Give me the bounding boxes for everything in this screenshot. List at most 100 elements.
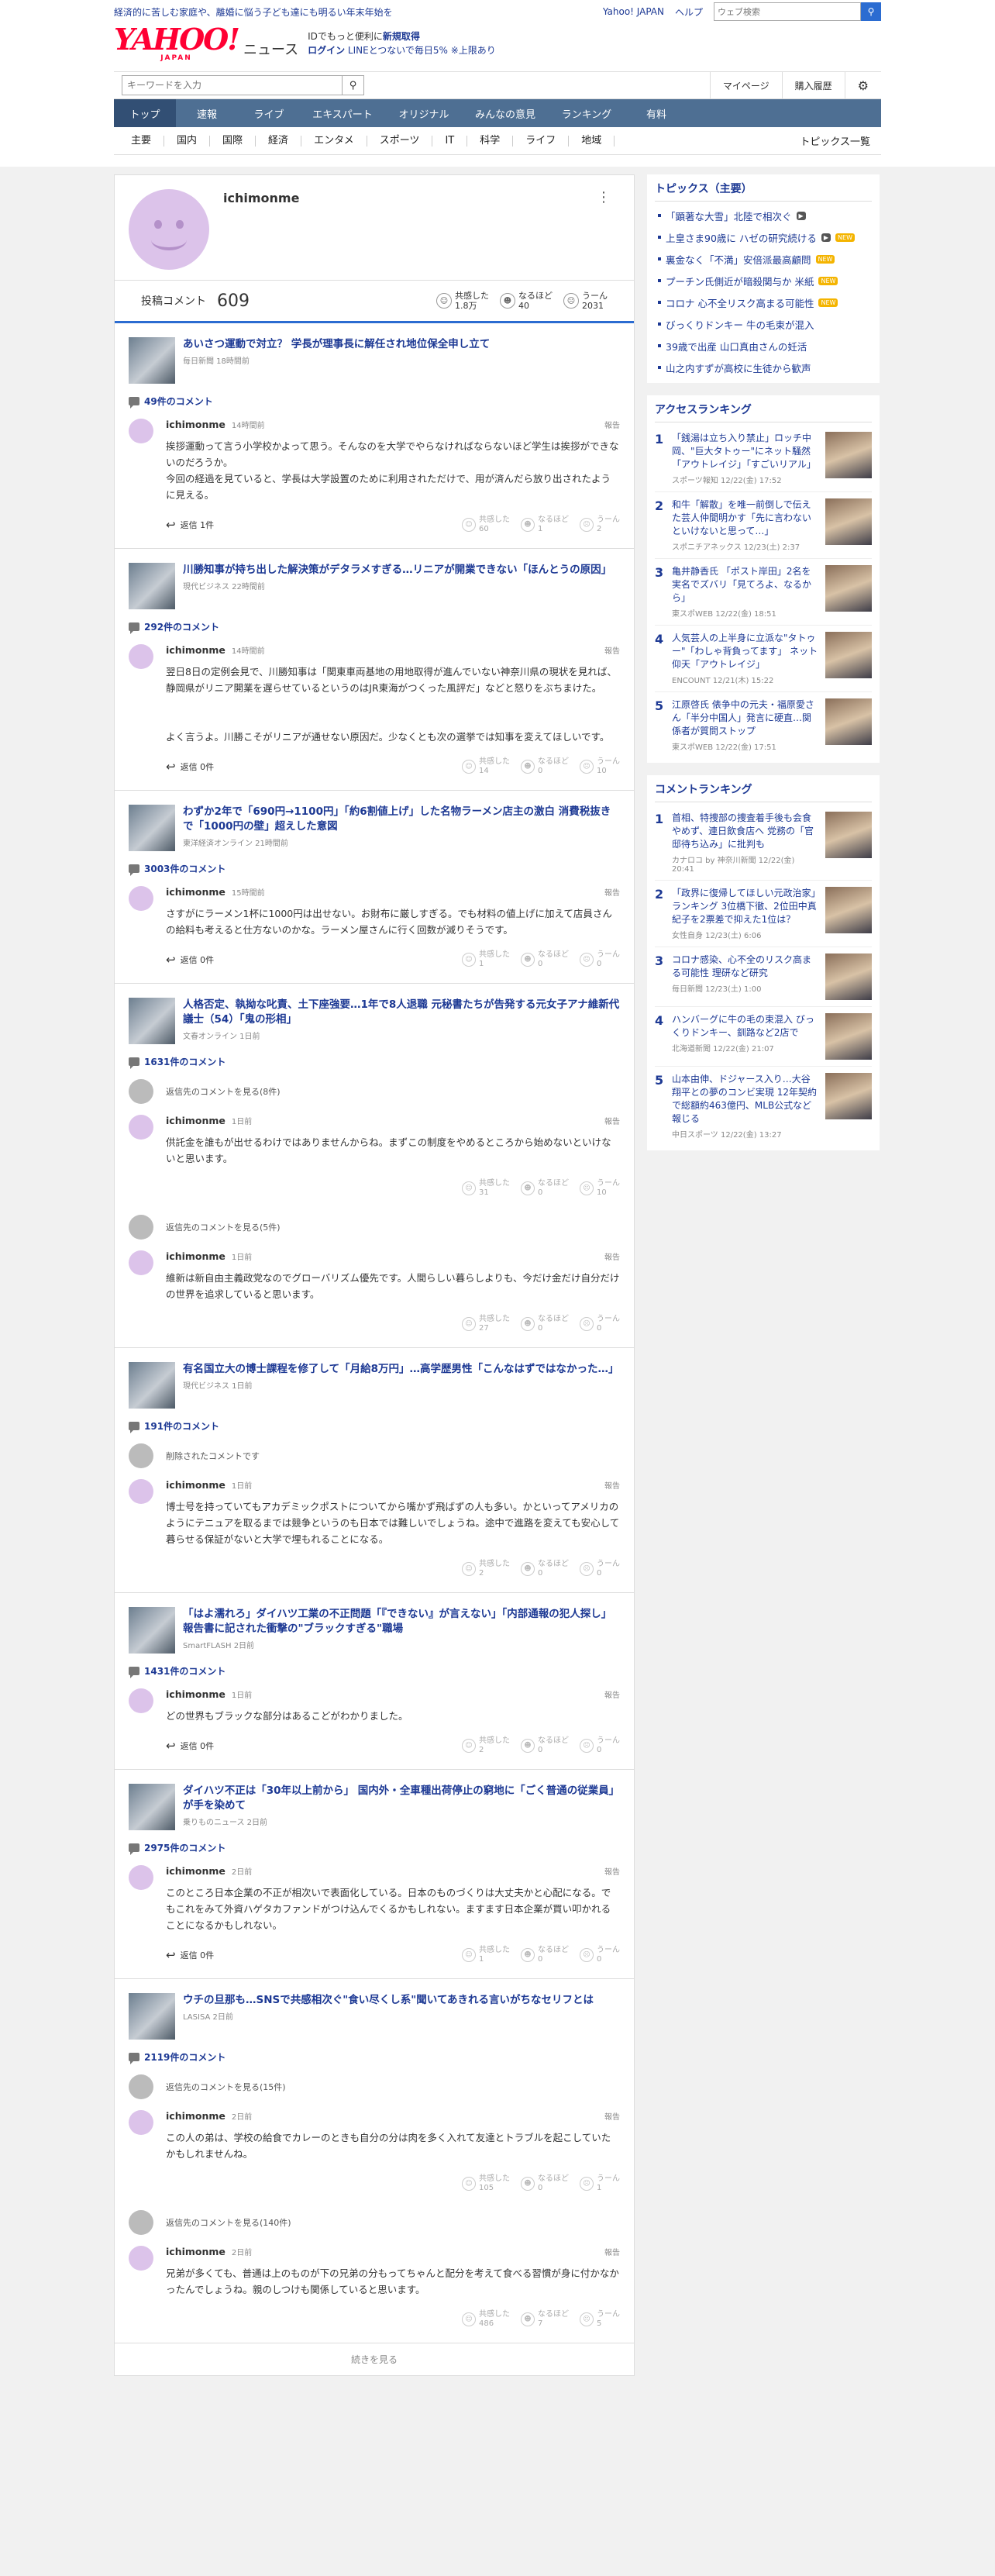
reaction-button[interactable]: ☹ うーん 0 bbox=[580, 1315, 620, 1333]
comment-user-link[interactable]: ichimonme bbox=[166, 886, 226, 898]
comment-count-link[interactable]: 3003件のコメント bbox=[129, 862, 620, 876]
ranking-thumbnail[interactable] bbox=[825, 812, 872, 858]
article-thumbnail[interactable] bbox=[129, 1993, 175, 2040]
report-link[interactable]: 報告 bbox=[604, 419, 620, 430]
topic-link[interactable]: 上皇さま90歳に ハゼの研究続ける ▶ NEW bbox=[655, 226, 872, 248]
ranking-item[interactable]: 1 首相、特捜部の捜査着手後も会食やめず、連日飲食店へ 党務の「官邸待ち込み」に批… bbox=[655, 805, 872, 881]
reaction-button[interactable]: ☹ うーん 10 bbox=[580, 757, 620, 776]
comment-user-link[interactable]: ichimonme bbox=[166, 2110, 226, 2122]
report-link[interactable]: 報告 bbox=[604, 2110, 620, 2122]
reaction-button[interactable]: ☺ 共感した 2 bbox=[462, 1560, 510, 1578]
reaction-button[interactable]: ☻ なるほど 0 bbox=[521, 1736, 569, 1755]
avatar[interactable] bbox=[129, 1865, 153, 1890]
reaction-button[interactable]: ☻ なるほど 0 bbox=[521, 950, 569, 969]
ranking-thumbnail[interactable] bbox=[825, 1013, 872, 1060]
reaction-button[interactable]: ☺ 共感した 486 bbox=[462, 2310, 510, 2329]
ranking-title-link[interactable]: 山本由伸、ドジャース入り…大谷翔平との夢のコンビ実現 12年契約で総額約463億… bbox=[672, 1073, 819, 1126]
comment-count-link[interactable]: 292件のコメント bbox=[129, 620, 620, 634]
ranking-item[interactable]: 2 和牛「解散」を唯一前倒しで伝えた芸人仲間明かす「先に言わないといけないと思って… bbox=[655, 492, 872, 559]
reaction-button[interactable]: ☻ なるほど 0 bbox=[521, 757, 569, 776]
report-link[interactable]: 報告 bbox=[604, 2246, 620, 2257]
article-thumbnail[interactable] bbox=[129, 337, 175, 384]
article-thumbnail[interactable] bbox=[129, 563, 175, 609]
reaction-button[interactable]: ☺ 共感した 1 bbox=[462, 1946, 510, 1964]
comment-count-link[interactable]: 1631件のコメント bbox=[129, 1055, 620, 1069]
topic-link[interactable]: 裏金なく「不満」安倍派最高顧問 NEW bbox=[655, 248, 872, 270]
comment-user-link[interactable]: ichimonme bbox=[166, 2246, 226, 2257]
topic-link[interactable]: 「顕著な大雪」北陸で相次ぐ ▶ bbox=[655, 205, 872, 226]
comment-user-link[interactable]: ichimonme bbox=[166, 1688, 226, 1700]
ranking-title-link[interactable]: 和牛「解散」を唯一前倒しで伝えた芸人仲間明かす「先に言わないといけないと思って…… bbox=[672, 498, 819, 538]
article-title-link[interactable]: わずか2年で「690円→1100円」「約6割値上げ」した名物ラーメン店主の激白 … bbox=[183, 805, 620, 834]
view-parent-comment-link[interactable]: 返信先のコメントを見る(140件) bbox=[129, 2210, 620, 2235]
gear-icon[interactable]: ⚙ bbox=[844, 72, 881, 98]
article-thumbnail[interactable] bbox=[129, 1607, 175, 1654]
ranking-title-link[interactable]: 江原啓氏 俵争中の元夫・福原愛さん「半分中国人」発言に硬直…関係者が質問ストップ bbox=[672, 698, 819, 738]
report-link[interactable]: 報告 bbox=[604, 644, 620, 656]
subnav-life[interactable]: ライフ bbox=[513, 135, 570, 147]
ranking-item[interactable]: 4 ハンバーグに牛の毛の束混入 びっくりドンキー、釧路など2店で 北海道新聞 12/… bbox=[655, 1007, 872, 1067]
subnav-entertainment[interactable]: エンタメ bbox=[301, 135, 367, 147]
ranking-thumbnail[interactable] bbox=[825, 1073, 872, 1119]
ranking-item[interactable]: 4 人気芸人の上半身に立派な"タトゥー"「わしゃ背負ってます」 ネット仰天「アウト… bbox=[655, 626, 872, 692]
avatar[interactable] bbox=[129, 1115, 153, 1140]
ranking-item[interactable]: 5 山本由伸、ドジャース入り…大谷翔平との夢のコンビ実現 12年契約で総額約463… bbox=[655, 1067, 872, 1146]
more-vertical-icon[interactable]: ⋮ bbox=[597, 189, 611, 205]
login-link[interactable]: ログイン bbox=[308, 45, 345, 56]
comment-user-link[interactable]: ichimonme bbox=[166, 644, 226, 656]
topic-link[interactable]: びっくりドンキー 牛の毛束が混入 bbox=[655, 313, 872, 335]
avatar[interactable] bbox=[129, 1688, 153, 1713]
reaction-button[interactable]: ☻ なるほど 0 bbox=[521, 1179, 569, 1198]
reaction-button[interactable]: ☹ うーん 2 bbox=[580, 516, 620, 534]
ranking-item[interactable]: 5 江原啓氏 俵争中の元夫・福原愛さん「半分中国人」発言に硬直…関係者が質問ストッ… bbox=[655, 692, 872, 758]
reply-button[interactable]: ↩ 返信 0件 bbox=[166, 1739, 214, 1753]
comment-user-link[interactable]: ichimonme bbox=[166, 1479, 226, 1491]
web-search-input[interactable] bbox=[714, 2, 861, 21]
report-link[interactable]: 報告 bbox=[604, 886, 620, 898]
ranking-thumbnail[interactable] bbox=[825, 432, 872, 478]
view-parent-comment-link[interactable]: 返信先のコメントを見る(15件) bbox=[129, 2074, 620, 2099]
comment-user-link[interactable]: ichimonme bbox=[166, 1865, 226, 1877]
article-title-link[interactable]: 「はよ濡れろ」ダイハツ工業の不正問題「『できない』が言えない」「内部通報の犯人探… bbox=[183, 1607, 620, 1636]
reaction-button[interactable]: ☻ なるほど 0 bbox=[521, 1560, 569, 1578]
comment-user-link[interactable]: ichimonme bbox=[166, 419, 226, 430]
reaction-button[interactable]: ☺ 共感した 14 bbox=[462, 757, 510, 776]
ranking-title-link[interactable]: 首相、特捜部の捜査着手後も会食やめず、連日飲食店へ 党務の「官邸待ち込み」に批判… bbox=[672, 812, 819, 851]
avatar[interactable] bbox=[129, 886, 153, 911]
gnav-live[interactable]: ライブ bbox=[238, 99, 300, 127]
article-title-link[interactable]: あいさつ運動で対立？ 学長が理事長に解任され地位保全申し立て bbox=[183, 337, 490, 352]
subnav-main[interactable]: 主要 bbox=[114, 135, 165, 147]
article-title-link[interactable]: ダイハツ不正は「30年以上前から」 国内外・全車種出荷停止の窮地に「ごく普通の従… bbox=[183, 1784, 620, 1813]
reaction-button[interactable]: ☻ なるほど 0 bbox=[521, 1946, 569, 1964]
register-link[interactable]: 新規取得 bbox=[383, 31, 420, 42]
avatar[interactable] bbox=[129, 2246, 153, 2271]
ranking-item[interactable]: 2 「政界に復帰してほしい元政治家」ランキング 3位橋下徹、2位田中真紀子を2票差… bbox=[655, 881, 872, 947]
gnav-paid[interactable]: 有料 bbox=[625, 99, 687, 127]
gnav-ranking[interactable]: ランキング bbox=[548, 99, 625, 127]
gnav-flash[interactable]: 速報 bbox=[176, 99, 238, 127]
subnav-world[interactable]: 国際 bbox=[210, 135, 256, 147]
more-button[interactable]: 続きを見る bbox=[115, 2343, 634, 2375]
keyword-search-input[interactable] bbox=[122, 75, 343, 95]
yahoo-japan-link[interactable]: Yahoo! JAPAN bbox=[603, 6, 664, 17]
reaction-button[interactable]: ☺ 共感した 1 bbox=[462, 950, 510, 969]
yahoo-news-logo[interactable]: YAHOO! JAPAN ニュース bbox=[114, 25, 298, 63]
ranking-thumbnail[interactable] bbox=[825, 887, 872, 933]
ranking-thumbnail[interactable] bbox=[825, 632, 872, 678]
subnav-science[interactable]: 科学 bbox=[467, 135, 514, 147]
view-parent-comment-link[interactable]: 返信先のコメントを見る(8件) bbox=[129, 1079, 620, 1104]
topic-link[interactable]: 山之内すずが高校に生徒から歓声 bbox=[655, 357, 872, 378]
reaction-button[interactable]: ☻ なるほど 1 bbox=[521, 516, 569, 534]
reaction-button[interactable]: ☻ なるほど 7 bbox=[521, 2310, 569, 2329]
reply-button[interactable]: ↩ 返信 0件 bbox=[166, 1948, 214, 1962]
ranking-title-link[interactable]: コロナ感染、心不全のリスク高まる可能性 理研など研究 bbox=[672, 953, 819, 980]
article-title-link[interactable]: 有名国立大の博士課程を修了して「月給8万円」…高学歴男性「こんなはずではなかった… bbox=[183, 1362, 619, 1377]
avatar[interactable] bbox=[129, 1250, 153, 1275]
subnav-domestic[interactable]: 国内 bbox=[164, 135, 211, 147]
reply-button[interactable]: ↩ 返信 0件 bbox=[166, 953, 214, 967]
ranking-thumbnail[interactable] bbox=[825, 953, 872, 1000]
subnav-economy[interactable]: 経済 bbox=[256, 135, 302, 147]
comment-user-link[interactable]: ichimonme bbox=[166, 1250, 226, 1262]
comment-count-link[interactable]: 49件のコメント bbox=[129, 395, 620, 409]
comment-user-link[interactable]: ichimonme bbox=[166, 1115, 226, 1126]
